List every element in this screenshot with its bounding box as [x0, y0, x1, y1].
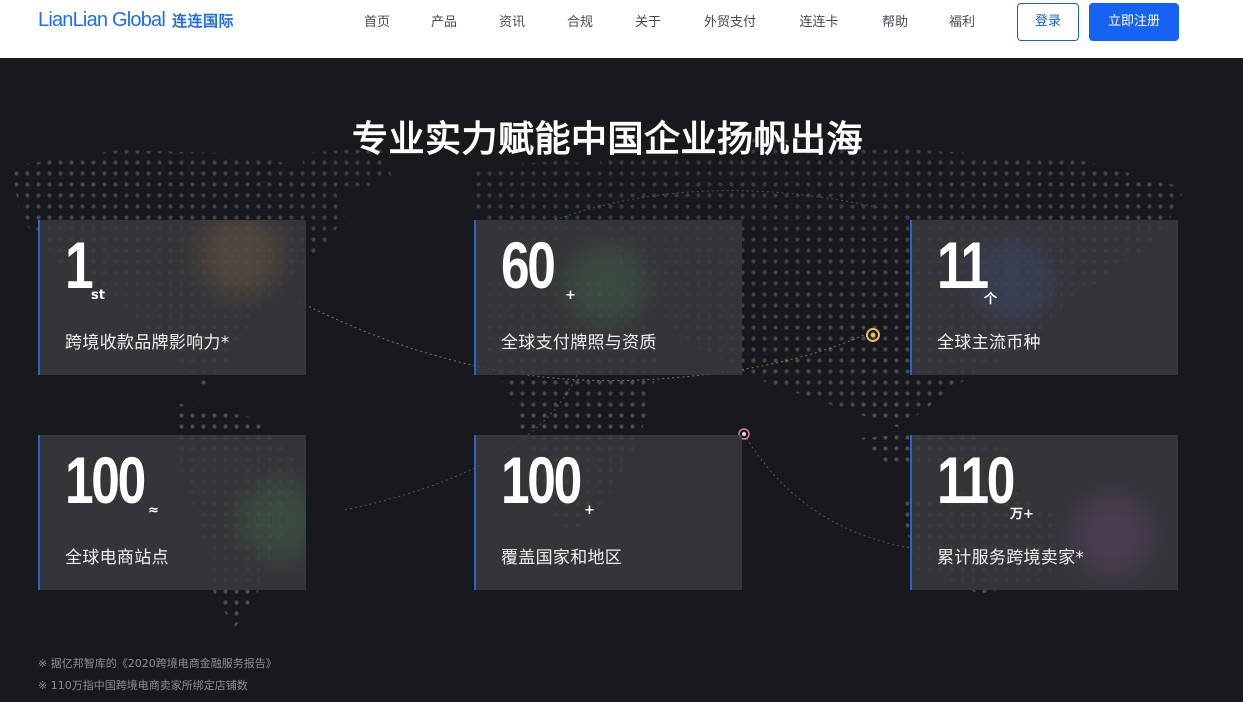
register-button[interactable]: 立即注册: [1089, 3, 1179, 41]
stat-label: 累计服务跨境卖家*: [937, 548, 1085, 568]
stat-label: 全球支付牌照与资质: [501, 333, 657, 353]
stat-unit: +: [565, 288, 576, 303]
logo-text-cn: 连连国际: [172, 12, 235, 30]
nav-item-trade-payment[interactable]: 外贸支付: [704, 13, 756, 33]
stat-unit: +: [584, 503, 595, 518]
stat-unit: ≈: [148, 503, 159, 518]
stat-unit: 个: [984, 292, 998, 307]
logo-text-en: LianLian Global: [38, 9, 166, 31]
nav-item-compliance[interactable]: 合规: [567, 13, 593, 33]
stat-label: 覆盖国家和地区: [501, 548, 623, 568]
stat-card-countries-regions: 100 + 覆盖国家和地区: [474, 435, 742, 590]
stat-card-ecommerce-sites: 100 ≈ 全球电商站点: [38, 435, 306, 590]
nav-item-help[interactable]: 帮助: [882, 13, 908, 33]
nav-item-lianlian-card[interactable]: 连连卡: [799, 13, 838, 33]
login-button[interactable]: 登录: [1017, 3, 1079, 41]
footnote-report-source: ※ 据亿邦智库的《2020跨境电商金融服务报告》: [38, 657, 277, 670]
stat-card-payment-licenses: 60 + 全球支付牌照与资质: [474, 220, 742, 375]
nav-item-about[interactable]: 关于: [635, 13, 661, 33]
stat-label: 全球主流币种: [937, 333, 1041, 353]
stat-unit: st: [91, 288, 105, 303]
hero-title: 专业实力赋能中国企业扬帆出海: [351, 119, 863, 160]
stat-card-brand-influence: 1 st 跨境收款品牌影响力*: [38, 220, 306, 375]
nav-item-news[interactable]: 资讯: [499, 13, 525, 33]
stat-value: 60: [501, 228, 556, 302]
card-glow: [200, 220, 280, 295]
top-header: LianLian Global 连连国际 首页 产品 资讯 合规 关于 外贸支付…: [0, 0, 1243, 58]
stat-value: 110: [937, 443, 1015, 517]
card-glow: [240, 480, 306, 560]
nav-item-benefits[interactable]: 福利: [949, 13, 975, 33]
stat-label: 全球电商站点: [65, 548, 169, 568]
stat-value: 100: [65, 443, 146, 517]
nav-item-home[interactable]: 首页: [364, 13, 390, 33]
stat-unit: 万+: [1010, 507, 1034, 522]
stat-value: 11: [937, 228, 989, 302]
nav-item-products[interactable]: 产品: [431, 13, 457, 33]
stat-card-currencies: 11 个 全球主流币种: [910, 220, 1178, 375]
stat-label: 跨境收款品牌影响力*: [65, 333, 230, 353]
stat-value: 1: [65, 228, 94, 302]
footnote-seller-definition: ※ 110万指中国跨境电商卖家所绑定店铺数: [38, 679, 248, 692]
brand-logo[interactable]: LianLian Global 连连国际: [38, 9, 234, 33]
stat-value: 100: [501, 443, 582, 517]
hero-section: 专业实力赋能中国企业扬帆出海 1 st 跨境收款品牌影响力* 60 + 全球支付…: [0, 58, 1243, 702]
card-glow: [566, 245, 646, 325]
stat-card-sellers-served: 110 万+ 累计服务跨境卖家*: [910, 435, 1178, 590]
